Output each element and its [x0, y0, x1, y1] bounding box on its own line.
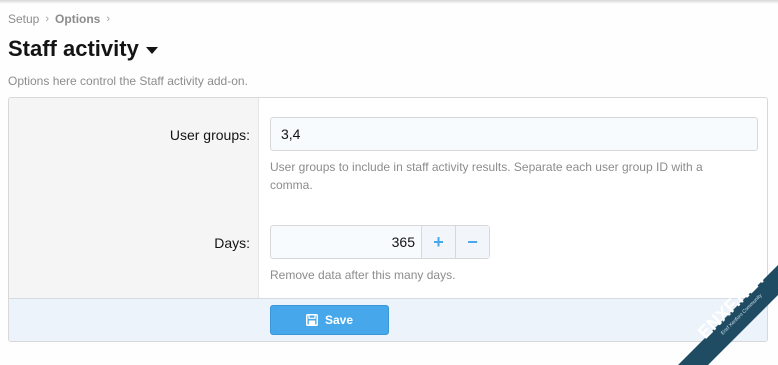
- days-stepper: + −: [270, 225, 490, 259]
- days-hint: Remove data after this many days.: [270, 268, 456, 282]
- increment-button[interactable]: +: [421, 226, 455, 258]
- plus-icon: +: [433, 231, 444, 252]
- user-groups-label: User groups:: [169, 127, 250, 143]
- days-input[interactable]: [271, 226, 421, 258]
- save-button-label: Save: [324, 313, 354, 327]
- options-panel: User groups: Days: User groups to includ…: [8, 97, 768, 342]
- breadcrumb-separator: ›: [106, 13, 111, 25]
- top-shadow: [0, 0, 778, 4]
- breadcrumb-options[interactable]: Options: [55, 12, 100, 26]
- page-title-text: Staff activity: [8, 36, 139, 61]
- breadcrumb-separator: ›: [45, 13, 50, 25]
- page-description: Options here control the Staff activity …: [8, 74, 248, 88]
- user-groups-input[interactable]: [270, 117, 758, 151]
- breadcrumb-setup[interactable]: Setup: [8, 12, 39, 26]
- form-footer: Save: [9, 298, 767, 341]
- minus-icon: −: [467, 231, 478, 252]
- days-label: Days:: [214, 235, 250, 251]
- label-column: User groups: Days:: [9, 98, 259, 298]
- page-title[interactable]: Staff activity: [8, 36, 158, 62]
- breadcrumb: Setup › Options ›: [8, 12, 116, 26]
- decrement-button[interactable]: −: [455, 226, 489, 258]
- user-groups-hint-line-2: comma.: [270, 178, 313, 192]
- save-button[interactable]: Save: [270, 305, 389, 335]
- caret-down-icon[interactable]: [145, 46, 158, 54]
- user-groups-hint: User groups to include in staff activity…: [270, 158, 703, 194]
- user-groups-hint-line-1: User groups to include in staff activity…: [270, 160, 703, 174]
- save-icon: [305, 314, 318, 326]
